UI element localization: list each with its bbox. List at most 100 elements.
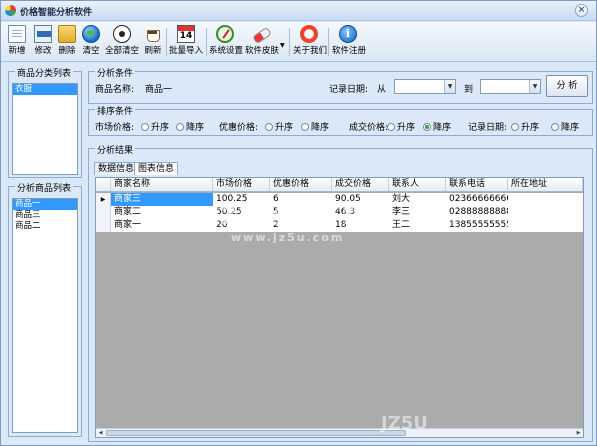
close-button[interactable]: ×	[575, 4, 588, 17]
watermark-url: www.jz5u.com	[231, 231, 345, 244]
radio-label: 升序	[151, 123, 170, 133]
table-cell[interactable]: 王二	[389, 219, 446, 232]
edit-button[interactable]: 修改	[31, 25, 55, 59]
skin-dropdown-chevron-icon[interactable]: ▼	[280, 42, 285, 49]
info-icon: i	[339, 25, 357, 43]
record-date-asc-radio[interactable]: 升序	[511, 120, 539, 133]
radio-label: 降序	[561, 123, 580, 133]
chevron-down-icon[interactable]: ▼	[529, 80, 540, 93]
edit-label: 修改	[34, 46, 52, 56]
category-listbox[interactable]: 衣服	[12, 83, 78, 175]
date-to-picker[interactable]: ▼	[480, 79, 541, 94]
category-group: 商品分类列表 衣服	[8, 66, 82, 178]
coffee-cup-icon	[144, 25, 162, 43]
toolbar-separator	[328, 28, 329, 56]
scroll-right-icon[interactable]: ▶	[574, 429, 583, 437]
record-date-desc-radio[interactable]: 降序	[551, 120, 579, 133]
scrollbar-thumb[interactable]	[106, 430, 406, 436]
table-cell[interactable]: 李三	[389, 206, 446, 219]
market-price-desc-radio[interactable]: 降序	[176, 120, 204, 133]
market-price-sort-label: 市场价格:	[95, 123, 135, 133]
date-from-label: 从	[377, 85, 387, 95]
delete-folder-icon	[58, 25, 76, 43]
market-price-asc-radio[interactable]: 升序	[141, 120, 169, 133]
clear-all-button[interactable]: 全部清空	[104, 25, 140, 59]
watermark-corner: JZ5U	[381, 413, 428, 434]
radio-label: 降序	[186, 123, 205, 133]
horizontal-scrollbar[interactable]: ◀ ▶	[96, 428, 583, 437]
table-cell[interactable]: 02888888888	[446, 206, 508, 219]
table-cell[interactable]: 商家三	[111, 193, 213, 206]
date-to-label: 到	[464, 85, 474, 95]
watermark-text: JZ5U绿色下载	[212, 205, 366, 230]
main-window: 价格智能分析软件 × 新增 修改 删除 清空 全部清空 刷新 14 批量导入 系…	[0, 0, 597, 446]
column-header[interactable]: 商家名称	[111, 178, 213, 191]
table-cell[interactable]: 刘大	[389, 193, 446, 206]
grid-header: 商家名称 市场价格 优惠价格 成交价格 联系人 联系电话 所在地址	[96, 178, 583, 192]
radio-label: 降序	[433, 123, 452, 133]
row-header	[96, 206, 111, 219]
table-cell[interactable]	[508, 206, 583, 219]
tab-chart-info[interactable]: 图表信息	[134, 162, 179, 175]
calendar-day: 14	[179, 31, 193, 41]
column-header[interactable]: 优惠价格	[270, 178, 332, 191]
analysis-product-group: 分析商品列表 商品一 商品三 商品二	[8, 181, 82, 437]
refresh-button[interactable]: 刷新	[141, 25, 165, 59]
refresh-label: 刷新	[144, 46, 162, 56]
column-header[interactable]: 成交价格	[332, 178, 389, 191]
discount-price-desc-radio[interactable]: 降序	[301, 120, 329, 133]
new-document-icon	[8, 25, 26, 43]
chevron-down-icon[interactable]: ▼	[444, 80, 455, 93]
table-cell[interactable]: 商家二	[111, 206, 213, 219]
analyze-button[interactable]: 分 析	[546, 75, 588, 97]
deal-price-desc-radio[interactable]: 降序	[423, 120, 451, 133]
table-cell[interactable]	[508, 193, 583, 206]
skin-button[interactable]: 软件皮肤	[245, 25, 280, 59]
list-item[interactable]: 商品二	[13, 221, 77, 232]
deal-price-sort-label: 成交价格:	[349, 123, 389, 133]
new-label: 新增	[8, 46, 26, 56]
list-item[interactable]: 商品三	[13, 210, 77, 221]
toolbar-separator	[289, 28, 290, 56]
clear-all-label: 全部清空	[104, 46, 139, 56]
column-header[interactable]: 市场价格	[213, 178, 270, 191]
about-button[interactable]: 关于我们	[293, 25, 327, 59]
date-from-picker[interactable]: ▼	[394, 79, 456, 94]
list-item[interactable]: 商品一	[13, 199, 77, 210]
new-button[interactable]: 新增	[5, 25, 29, 59]
radio-label: 降序	[311, 123, 330, 133]
list-item[interactable]: 衣服	[13, 84, 77, 95]
system-settings-label: 系统设置	[209, 46, 244, 56]
batch-import-button[interactable]: 14 批量导入	[169, 25, 203, 59]
table-cell[interactable]: 13855555555	[446, 219, 508, 232]
clear-button[interactable]: 清空	[79, 25, 103, 59]
system-settings-button[interactable]: 系统设置	[209, 25, 244, 59]
register-label: 软件注册	[332, 46, 367, 56]
product-name-label: 商品名称:	[95, 85, 135, 95]
analysis-product-listbox[interactable]: 商品一 商品三 商品二	[12, 198, 78, 433]
register-button[interactable]: i 软件注册	[332, 25, 367, 59]
table-cell[interactable]	[508, 219, 583, 232]
pill-icon	[252, 25, 270, 43]
column-header[interactable]: 所在地址	[508, 178, 583, 191]
analysis-product-group-title: 分析商品列表	[15, 181, 74, 194]
soccer-ball-icon	[113, 25, 131, 43]
scroll-left-icon[interactable]: ◀	[96, 429, 105, 437]
discount-price-sort-label: 优惠价格:	[219, 123, 259, 133]
sort-group: 排序条件 市场价格: 升序 降序 优惠价格: 升序 降序 成交价格: 升序 降序…	[88, 104, 593, 136]
globe-icon	[82, 25, 100, 43]
column-header[interactable]: 联系电话	[446, 178, 508, 191]
tab-data-info[interactable]: 数据信息	[94, 162, 139, 175]
deal-price-asc-radio[interactable]: 升序	[387, 120, 415, 133]
column-header[interactable]: 联系人	[389, 178, 446, 191]
discount-price-asc-radio[interactable]: 升序	[265, 120, 293, 133]
toolbar-separator	[206, 28, 207, 56]
skin-label: 软件皮肤	[245, 46, 280, 56]
table-cell[interactable]: 02366666666	[446, 193, 508, 206]
title-bar: 价格智能分析软件 ×	[1, 1, 596, 21]
delete-button[interactable]: 删除	[55, 25, 79, 59]
edit-icon	[34, 25, 52, 43]
table-cell[interactable]: 商家一	[111, 219, 213, 232]
results-group-title: 分析结果	[95, 143, 136, 156]
record-date-sort-label: 记录日期:	[468, 123, 508, 133]
